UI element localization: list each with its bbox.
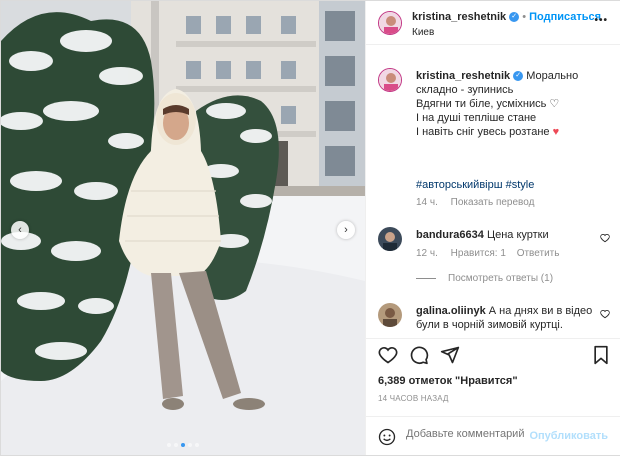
chevron-right-icon: ›: [344, 224, 348, 236]
caption-line: І навіть сніг увесь розтане: [416, 126, 550, 138]
carousel-dot-active: [181, 443, 185, 447]
white-heart-icon: ♡: [549, 98, 560, 110]
bookmark-icon[interactable]: [592, 345, 610, 365]
caption-avatar[interactable]: [378, 68, 402, 92]
comment-body: А на днях ви в відео: [488, 305, 593, 317]
comment-text: galina.oliinyk А на днях ви в відео були…: [416, 304, 596, 332]
more-options-icon[interactable]: •••: [594, 15, 608, 26]
caption-line: І на душі тепліше стане: [416, 112, 537, 124]
view-replies-label: Посмотреть ответы (1): [448, 273, 554, 284]
carousel-dot: [195, 443, 199, 447]
commenter-avatar[interactable]: [378, 303, 402, 327]
carousel-dot: [174, 443, 178, 447]
carousel-dot: [188, 443, 192, 447]
caption-line: Вдягни ти біле, усміхнись: [416, 98, 547, 110]
avatar-image: [378, 227, 402, 251]
post-side-panel: kristina_reshetnik ✓ • Подписаться Киев •…: [365, 1, 620, 455]
avatar-image: [379, 12, 401, 34]
comment-like-heart-icon[interactable]: [600, 309, 610, 319]
avatar-image: [379, 69, 401, 91]
carousel-dots: [1, 443, 365, 447]
likes-count[interactable]: 6,389 отметок "Нравится": [378, 375, 518, 387]
post-header: kristina_reshetnik ✓ • Подписаться Киев •…: [366, 1, 620, 45]
instagram-post-window: ‹ › kristina_reshetnik ✓ • Подписаться Ки…: [0, 0, 620, 456]
chevron-left-icon: ‹: [18, 224, 22, 236]
author-username[interactable]: kristina_reshetnik: [412, 11, 506, 23]
post-photo[interactable]: ‹ ›: [1, 1, 365, 455]
caption-line: Морально: [526, 70, 579, 82]
reply-button[interactable]: Ответить: [517, 248, 560, 259]
author-avatar[interactable]: [378, 11, 402, 35]
replies-line: [416, 277, 436, 279]
heart-icon[interactable]: [378, 345, 398, 365]
commenter-avatar[interactable]: [378, 227, 402, 251]
caption-hashtags[interactable]: #авторськийвірш #style: [416, 179, 534, 191]
next-photo-button[interactable]: ›: [337, 221, 355, 239]
show-translation-link[interactable]: Показать перевод: [451, 197, 535, 208]
caption-text: kristina_reshetnik ✓ Морально складно - з…: [416, 69, 612, 139]
comment-time: 12 ч.: [416, 248, 438, 259]
comment-likes-count[interactable]: Нравится: 1: [451, 248, 506, 259]
commenter-username[interactable]: galina.oliinyk: [416, 305, 486, 317]
comment-body: Цена куртки: [486, 229, 549, 241]
follow-button[interactable]: Подписаться: [529, 11, 601, 23]
comment-body: були в чорній зимовій куртці.: [416, 319, 563, 331]
emoji-icon[interactable]: [378, 428, 396, 446]
comment-like-heart-icon[interactable]: [600, 233, 610, 243]
post-timestamp[interactable]: 14 ЧАСОВ НАЗАД: [378, 394, 449, 403]
comment-input[interactable]: [406, 428, 524, 440]
comment-icon[interactable]: [409, 345, 429, 365]
avatar-image: [378, 303, 402, 327]
verified-badge-icon: ✓: [509, 12, 520, 23]
send-icon[interactable]: [440, 345, 460, 365]
red-heart-icon: ♥: [552, 126, 560, 138]
caption-username[interactable]: kristina_reshetnik: [416, 70, 510, 82]
caption-line: складно - зупинись: [416, 84, 514, 96]
previous-photo-button[interactable]: ‹: [11, 221, 29, 239]
caption-time: 14 ч.: [416, 197, 438, 208]
verified-badge-icon: ✓: [513, 71, 524, 82]
photo-scene: [1, 1, 365, 455]
post-actions-bar: [366, 338, 620, 369]
commenter-username[interactable]: bandura6634: [416, 229, 484, 241]
post-location[interactable]: Киев: [412, 27, 434, 38]
view-replies-button[interactable]: Посмотреть ответы (1): [416, 273, 553, 284]
carousel-dot: [167, 443, 171, 447]
publish-button[interactable]: Опубликовать: [529, 430, 608, 442]
add-comment-bar: Опубликовать: [366, 416, 620, 456]
comment-text: bandura6634 Цена куртки: [416, 228, 549, 242]
